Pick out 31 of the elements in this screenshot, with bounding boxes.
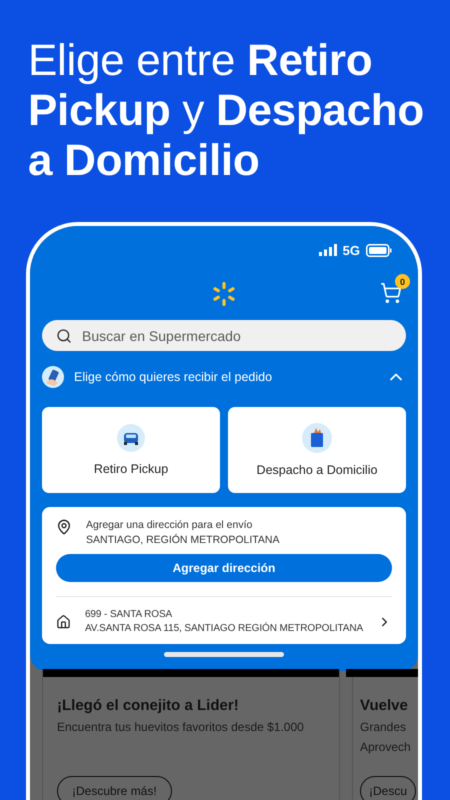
spark-logo-icon [211,281,237,307]
car-icon [117,424,145,452]
signal-icon [318,244,337,256]
address-text: AV.SANTA ROSA 115, SANTIAGO REGIÓN METROPOLITANA [84,623,364,634]
search-input[interactable]: Buscar en Supermercado [80,326,392,344]
cart-count-badge: 0 [395,274,410,289]
battery-icon [366,244,392,256]
network-label: 5G [342,242,360,258]
address-name: 699 - SANTA ROSA [84,609,174,620]
promo-text: Aprovech [360,740,412,754]
promo-title: ¡Llegó el conejito a Lider! [57,697,240,714]
promo-title: Vuelve [360,697,409,714]
address-prompt: Agregar una dirección para el envío [86,519,254,531]
cart-button[interactable]: 0 [378,274,410,306]
promo-image [346,669,418,677]
drag-handle[interactable] [164,652,284,657]
promo-text: Grandes [360,720,408,734]
add-address-button[interactable]: Agregar dirección [56,554,392,582]
delivery-option[interactable]: Despacho a Domicilio [228,407,406,493]
home-icon [56,614,71,630]
headline: Elige entre Retiro Pickup y Despacho a Domicilio [28,36,425,186]
saved-address[interactable]: 699 - SANTA ROSA AV.SANTA ROSA 115, SANTIAGO REGIÓN METROPOLITANA [56,609,392,634]
region-text: SANTIAGO, REGIÓN METROPOLITANA [86,534,280,546]
search-field[interactable]: Buscar en Supermercado [42,320,406,351]
hand-phone-icon [42,366,64,388]
picker-title: Elige cómo quieres recibir el pedido [74,370,274,384]
promo-text: Encuentra tus huevitos favoritos desde $1.000 [57,720,305,734]
location-pin-icon [56,519,72,535]
delivery-option[interactable]: Retiro Pickup [42,407,220,493]
grocery-bag-icon [302,423,332,453]
search-icon [56,328,72,344]
